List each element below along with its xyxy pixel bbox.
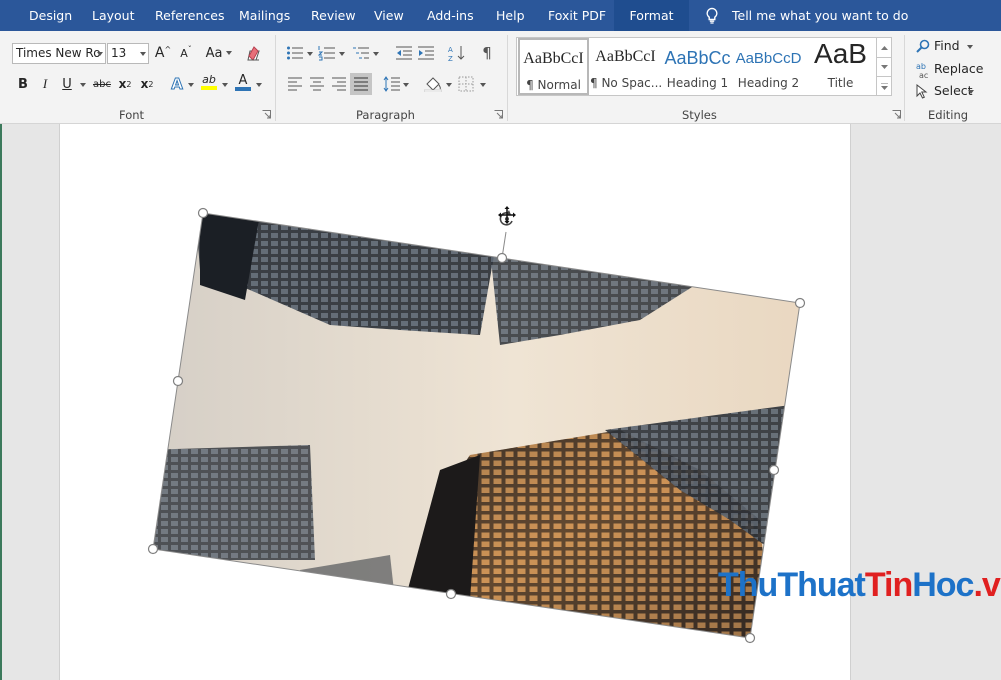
- resize-handle-top-right: [794, 297, 806, 309]
- site-watermark-logo: ThuThuatTinHoc.vn: [718, 566, 1001, 604]
- resize-handle-right: [768, 464, 780, 476]
- resize-handle-bottom: [445, 588, 457, 600]
- resize-handle-top: [496, 252, 508, 264]
- resize-handle-bottom-left: [147, 543, 159, 555]
- resize-handle-left: [172, 375, 184, 387]
- resize-handle-top-left: [197, 207, 209, 219]
- resize-handle-bottom-right: [744, 632, 756, 644]
